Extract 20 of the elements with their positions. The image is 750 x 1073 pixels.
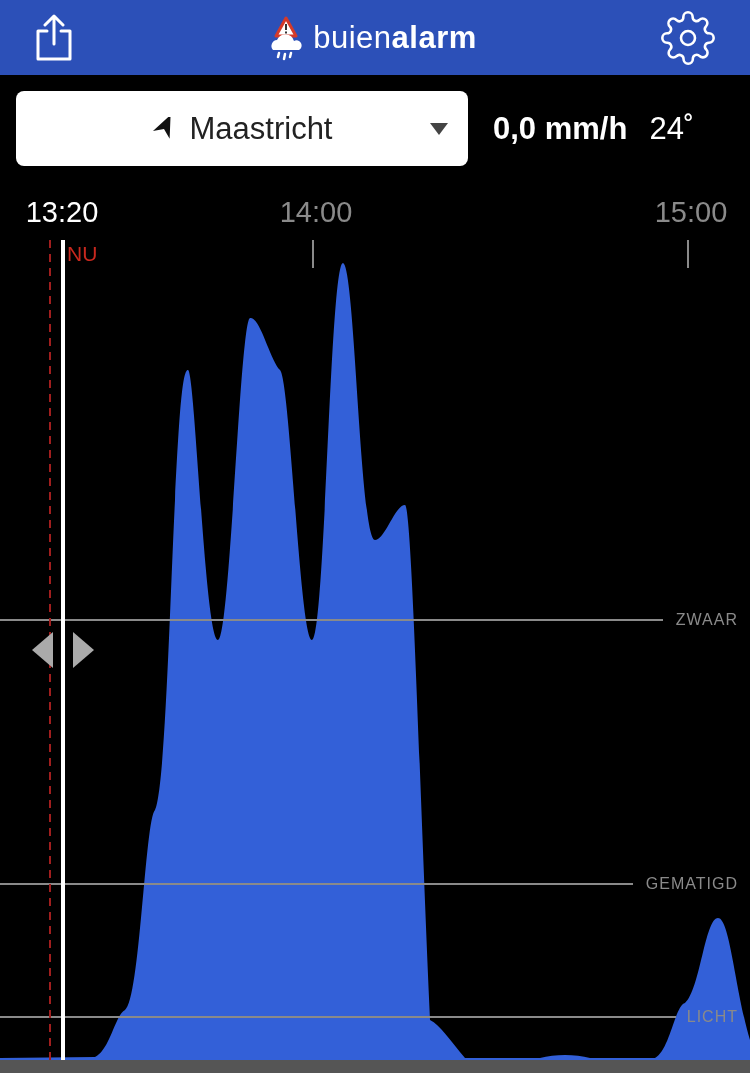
app-logo: buienalarm — [313, 19, 477, 56]
settings-button[interactable] — [660, 9, 716, 66]
settings-icon — [660, 9, 716, 66]
location-dropdown[interactable]: Maastricht — [16, 91, 468, 166]
time-label: 13:20 — [25, 196, 99, 229]
now-label: NU — [67, 242, 98, 266]
intensity-label: LICHT — [686, 1008, 738, 1026]
tick-mark — [312, 239, 314, 269]
previous-arrow-icon[interactable] — [32, 632, 53, 668]
temperature: 24˚ — [649, 110, 695, 147]
next-arrow-icon[interactable] — [73, 632, 94, 668]
time-label: 14:00 — [279, 196, 353, 229]
intensity-label: ZWAAR — [675, 611, 738, 629]
share-button[interactable] — [34, 13, 74, 62]
time-label: 15:00 — [654, 196, 728, 229]
rain-rate: 0,0 mm/h — [493, 110, 628, 147]
intensity-label: GEMATIGD — [645, 875, 738, 893]
share-icon — [34, 13, 74, 62]
caret-icon — [430, 123, 448, 135]
tick-mark — [687, 239, 689, 269]
